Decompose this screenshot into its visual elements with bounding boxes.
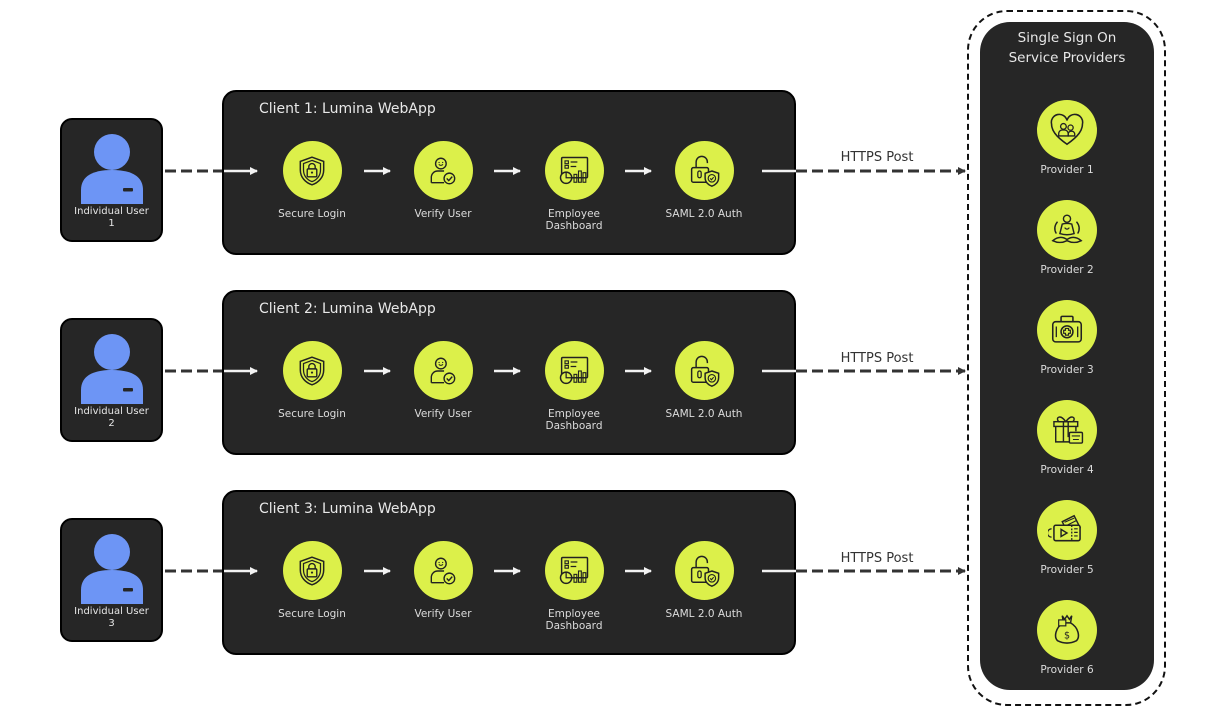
step-label: Verify User xyxy=(414,208,472,220)
user-avatar-icon xyxy=(81,534,143,604)
step-label: Verify User xyxy=(414,608,472,620)
provider-label: Provider 2 xyxy=(1040,264,1094,276)
https-post-label: HTTPS Post xyxy=(840,150,914,165)
step-label: SAML 2.0 Auth xyxy=(665,208,743,220)
heart-people-icon xyxy=(1048,111,1086,149)
money-bag-icon xyxy=(1048,611,1086,649)
shield-lock-icon xyxy=(295,554,329,588)
step-label: Secure Login xyxy=(278,208,346,220)
step-label: Secure Login xyxy=(278,408,346,420)
step-label: Secure Login xyxy=(278,608,346,620)
meditation-icon xyxy=(1048,211,1086,249)
step-employee-dashboard[interactable]: Employee Dashboard xyxy=(524,541,624,632)
step-employee-dashboard[interactable]: Employee Dashboard xyxy=(524,341,624,432)
step-verify-user[interactable]: Verify User xyxy=(393,141,493,220)
provider-label: Provider 4 xyxy=(1040,464,1094,476)
sso-providers-panel: Single Sign On Service Providers Provide… xyxy=(980,22,1154,690)
step-label: Employee Dashboard xyxy=(545,608,603,632)
step-employee-dashboard[interactable]: Employee Dashboard xyxy=(524,141,624,232)
provider-3[interactable]: Provider 3 xyxy=(1017,300,1117,376)
user-avatar-icon xyxy=(81,334,143,404)
shield-lock-icon xyxy=(295,154,329,188)
step-saml-auth[interactable]: SAML 2.0 Auth xyxy=(654,541,754,620)
user-check-icon xyxy=(426,554,460,588)
step-secure-login[interactable]: Secure Login xyxy=(262,141,362,220)
shield-lock-icon xyxy=(295,354,329,388)
dashboard-chart-icon xyxy=(556,353,592,389)
step-secure-login[interactable]: Secure Login xyxy=(262,341,362,420)
provider-1[interactable]: Provider 1 xyxy=(1017,100,1117,176)
step-label: Verify User xyxy=(414,408,472,420)
provider-label: Provider 3 xyxy=(1040,364,1094,376)
provider-4[interactable]: Provider 4 xyxy=(1017,400,1117,476)
provider-5[interactable]: Provider 5 xyxy=(1017,500,1117,576)
https-post-label: HTTPS Post xyxy=(840,351,914,366)
user-label: Individual User 2 xyxy=(74,406,149,429)
step-saml-auth[interactable]: SAML 2.0 Auth xyxy=(654,141,754,220)
first-aid-kit-icon xyxy=(1048,311,1086,349)
unlock-shield-icon xyxy=(686,553,722,589)
unlock-shield-icon xyxy=(686,153,722,189)
step-label: SAML 2.0 Auth xyxy=(665,608,743,620)
provider-6[interactable]: Provider 6 xyxy=(1017,600,1117,676)
user-check-icon xyxy=(426,154,460,188)
provider-label: Provider 5 xyxy=(1040,564,1094,576)
sso-title: Single Sign On Service Providers xyxy=(1008,30,1126,66)
provider-label: Provider 6 xyxy=(1040,664,1094,676)
step-label: Employee Dashboard xyxy=(545,408,603,432)
user-node-2[interactable]: Individual User 2 xyxy=(60,318,163,442)
provider-label: Provider 1 xyxy=(1040,164,1094,176)
step-verify-user[interactable]: Verify User xyxy=(393,541,493,620)
step-label: SAML 2.0 Auth xyxy=(665,408,743,420)
step-saml-auth[interactable]: SAML 2.0 Auth xyxy=(654,341,754,420)
step-label: Employee Dashboard xyxy=(545,208,603,232)
user-label: Individual User 3 xyxy=(74,606,149,629)
dashboard-chart-icon xyxy=(556,553,592,589)
https-post-label: HTTPS Post xyxy=(840,551,914,566)
step-secure-login[interactable]: Secure Login xyxy=(262,541,362,620)
step-verify-user[interactable]: Verify User xyxy=(393,341,493,420)
gift-thank-you-icon xyxy=(1048,411,1086,449)
tickets-icon xyxy=(1048,511,1086,549)
user-check-icon xyxy=(426,354,460,388)
unlock-shield-icon xyxy=(686,353,722,389)
user-node-3[interactable]: Individual User 3 xyxy=(60,518,163,642)
provider-2[interactable]: Provider 2 xyxy=(1017,200,1117,276)
dashboard-chart-icon xyxy=(556,153,592,189)
